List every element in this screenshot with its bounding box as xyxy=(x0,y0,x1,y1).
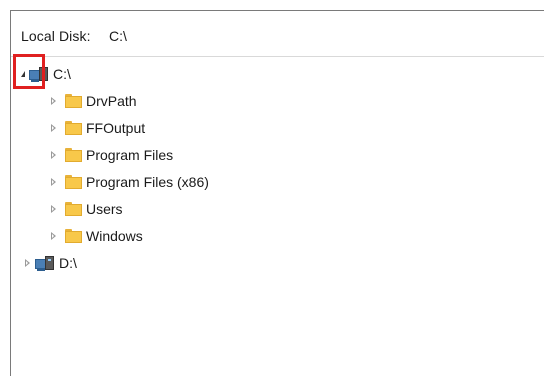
tree-node-label: C:\ xyxy=(53,66,71,82)
tree-node-folder[interactable]: FFOutput xyxy=(47,117,145,139)
computer-drive-icon xyxy=(35,255,57,271)
folder-icon xyxy=(65,121,82,135)
expand-arrow-icon[interactable] xyxy=(47,203,59,215)
expand-arrow-icon[interactable] xyxy=(47,95,59,107)
tree-node-folder[interactable]: Users xyxy=(47,198,123,220)
tree-node-folder[interactable]: Program Files (x86) xyxy=(47,171,209,193)
tree-node-label: Program Files xyxy=(86,147,174,163)
expand-arrow-icon[interactable] xyxy=(47,149,59,161)
tree-node-folder[interactable]: DrvPath xyxy=(47,90,137,112)
expand-arrow-icon[interactable] xyxy=(21,257,33,269)
computer-drive-icon xyxy=(29,66,51,82)
tree-node-c-drive[interactable]: C:\ xyxy=(17,63,71,85)
folder-icon xyxy=(65,148,82,162)
tree-node-folder[interactable]: Program Files xyxy=(47,144,173,166)
tree-node-label: Users xyxy=(86,201,123,217)
folder-icon xyxy=(65,94,82,108)
tree-node-label: FFOutput xyxy=(86,120,146,136)
expand-arrow-icon[interactable] xyxy=(47,122,59,134)
drive-browser-panel: Local Disk: C:\ C:\ DrvPath FFOutput Pro… xyxy=(10,10,544,376)
folder-icon xyxy=(65,202,82,216)
folder-tree: C:\ DrvPath FFOutput Program Files Progr… xyxy=(11,11,544,376)
collapse-arrow-icon[interactable] xyxy=(17,68,29,80)
tree-node-label: Windows xyxy=(86,228,143,244)
expand-arrow-icon[interactable] xyxy=(47,230,59,242)
tree-node-label: Program Files (x86) xyxy=(86,174,209,190)
tree-node-label: DrvPath xyxy=(86,93,137,109)
tree-node-label: D:\ xyxy=(59,255,77,271)
tree-node-d-drive[interactable]: D:\ xyxy=(21,252,77,274)
expand-arrow-icon[interactable] xyxy=(47,176,59,188)
folder-icon xyxy=(65,229,82,243)
tree-node-folder[interactable]: Windows xyxy=(47,225,143,247)
folder-icon xyxy=(65,175,82,189)
